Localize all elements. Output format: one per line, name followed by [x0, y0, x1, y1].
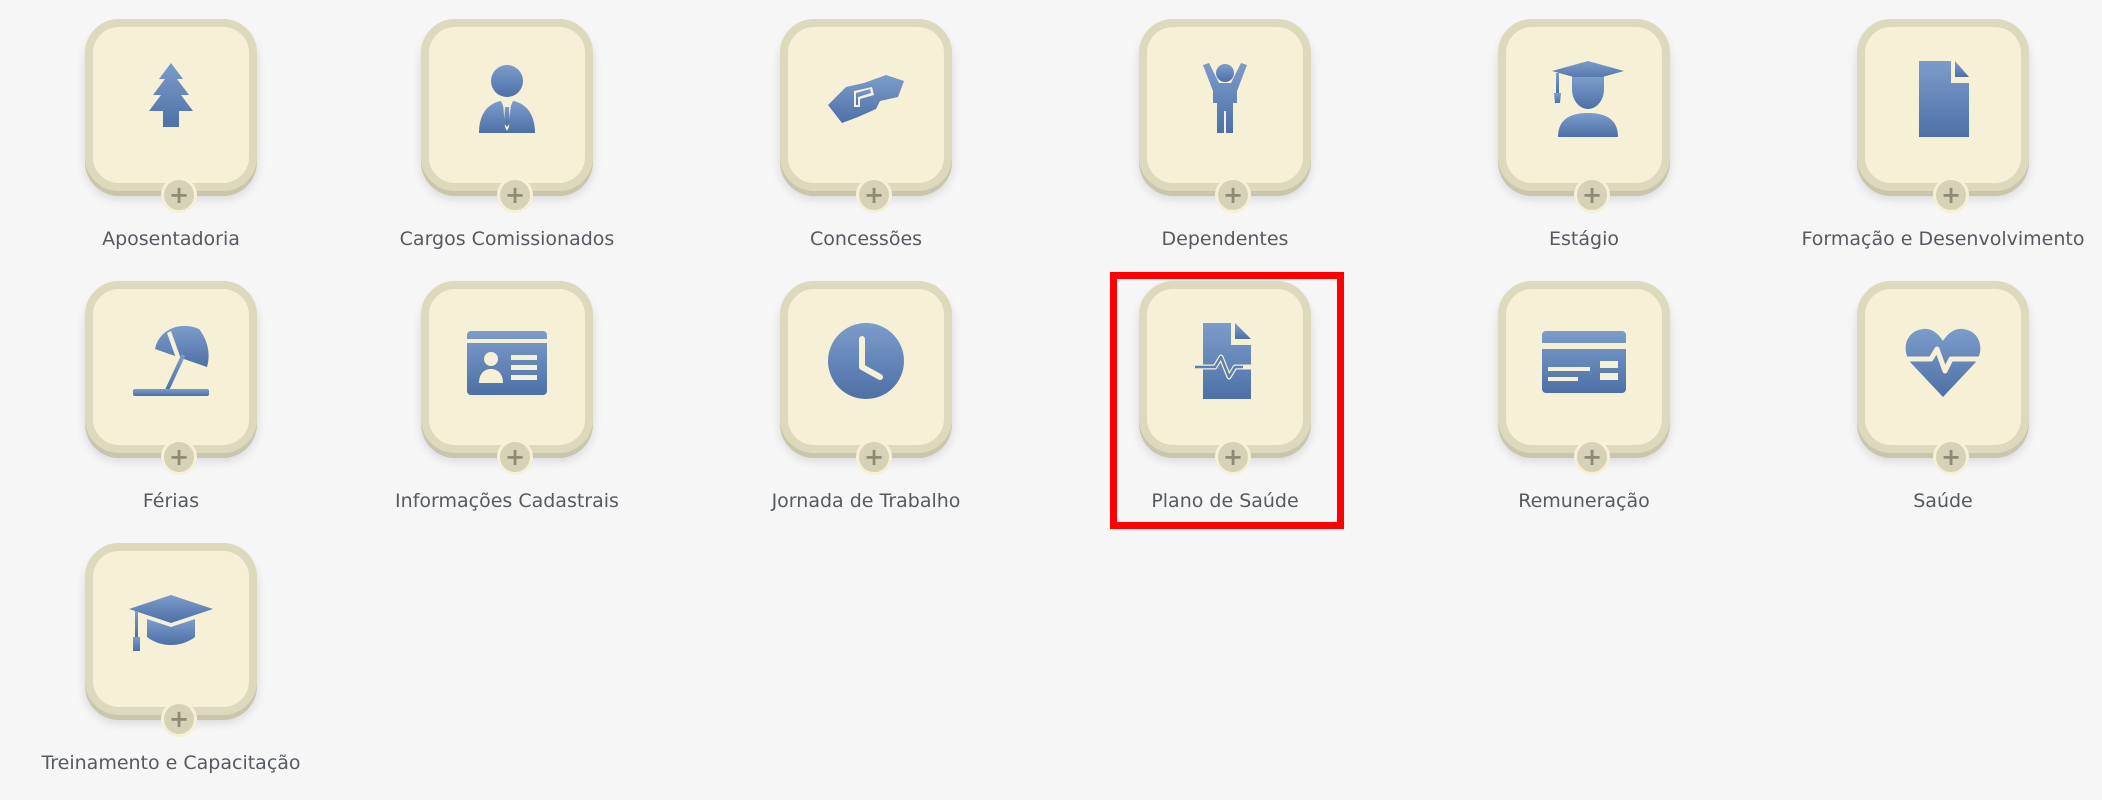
tree-icon [129, 57, 213, 141]
add-icon[interactable]: + [1933, 177, 1969, 213]
add-icon[interactable]: + [856, 177, 892, 213]
tile-plano-de-saude[interactable]: + Plano de Saúde [1054, 276, 1374, 526]
tile-card[interactable]: + [1498, 281, 1670, 475]
tile-treinamento-e-capacitacao[interactable]: + Treinamento e Capacitação [0, 538, 320, 788]
tile-card[interactable]: + [1498, 19, 1670, 213]
tile-label: Aposentadoria [102, 228, 240, 250]
tile-card[interactable]: + [421, 281, 593, 475]
tile-label: Plano de Saúde [1151, 490, 1299, 512]
add-icon[interactable]: + [161, 439, 197, 475]
tile-cargos-comissionados[interactable]: + Cargos Comissionados [336, 14, 656, 264]
tile-card[interactable]: + [85, 19, 257, 213]
graduate-student-icon [1542, 57, 1626, 141]
add-icon[interactable]: + [1215, 177, 1251, 213]
tile-card[interactable]: + [780, 281, 952, 475]
add-icon[interactable]: + [1574, 177, 1610, 213]
tile-informacoes-cadastrais[interactable]: + Informações Cadastrais [336, 276, 656, 526]
tile-label: Férias [142, 490, 200, 512]
tile-label: Jornada de Trabalho [771, 490, 961, 512]
tile-saude[interactable]: + Saúde [1772, 276, 2092, 526]
add-icon[interactable]: + [497, 177, 533, 213]
beach-umbrella-icon [129, 319, 213, 403]
tile-card[interactable]: + [780, 19, 952, 213]
tile-estagio[interactable]: + Estágio [1413, 14, 1733, 264]
tile-card[interactable]: + [1139, 19, 1311, 213]
add-icon[interactable]: + [1574, 439, 1610, 475]
payment-card-icon [1542, 319, 1626, 403]
tile-card[interactable]: + [1857, 281, 2029, 475]
tile-concessoes[interactable]: + Concessões [695, 14, 1015, 264]
tile-label: Treinamento e Capacitação [41, 752, 301, 774]
add-icon[interactable]: + [1215, 439, 1251, 475]
add-icon[interactable]: + [1933, 439, 1969, 475]
tile-label: Dependentes [1161, 228, 1289, 250]
module-row: + Aposentadoria + Cargos Comissionados +… [0, 14, 2102, 276]
add-icon[interactable]: + [161, 701, 197, 737]
businessman-icon [465, 57, 549, 141]
tile-card[interactable]: + [1857, 19, 2029, 213]
child-icon [1183, 57, 1267, 141]
tile-card[interactable]: + [1139, 281, 1311, 475]
tile-label: Concessões [809, 228, 923, 250]
tile-label: Saúde [1913, 490, 1973, 512]
tile-label: Remuneração [1518, 490, 1650, 512]
tile-label: Cargos Comissionados [399, 228, 615, 250]
medical-file-icon [1183, 319, 1267, 403]
id-card-icon [465, 319, 549, 403]
tile-jornada-de-trabalho[interactable]: + Jornada de Trabalho [695, 276, 1015, 526]
tile-card[interactable]: + [421, 19, 593, 213]
clock-icon [824, 319, 908, 403]
tile-formacao-e-desenvolvimento[interactable]: + Formação e Desenvolvimento [1772, 14, 2092, 264]
heartbeat-icon [1901, 319, 1985, 403]
tile-card[interactable]: + [85, 543, 257, 737]
tile-label: Informações Cadastrais [395, 490, 619, 512]
add-icon[interactable]: + [497, 439, 533, 475]
tile-remuneracao[interactable]: + Remuneração [1413, 276, 1733, 526]
module-row: + Férias + Informações Cadastrais + Jorn… [0, 276, 2102, 538]
tile-dependentes[interactable]: + Dependentes [1054, 14, 1374, 264]
tile-label: Formação e Desenvolvimento [1801, 228, 2085, 250]
graduation-cap-icon [129, 581, 213, 665]
document-icon [1901, 57, 1985, 141]
add-icon[interactable]: + [161, 177, 197, 213]
tile-ferias[interactable]: + Férias [0, 276, 320, 526]
tile-aposentadoria[interactable]: + Aposentadoria [0, 14, 320, 264]
handshake-icon [824, 57, 908, 141]
module-row: + Treinamento e Capacitação [0, 538, 2102, 800]
tile-label: Estágio [1549, 228, 1619, 250]
add-icon[interactable]: + [856, 439, 892, 475]
tile-card[interactable]: + [85, 281, 257, 475]
